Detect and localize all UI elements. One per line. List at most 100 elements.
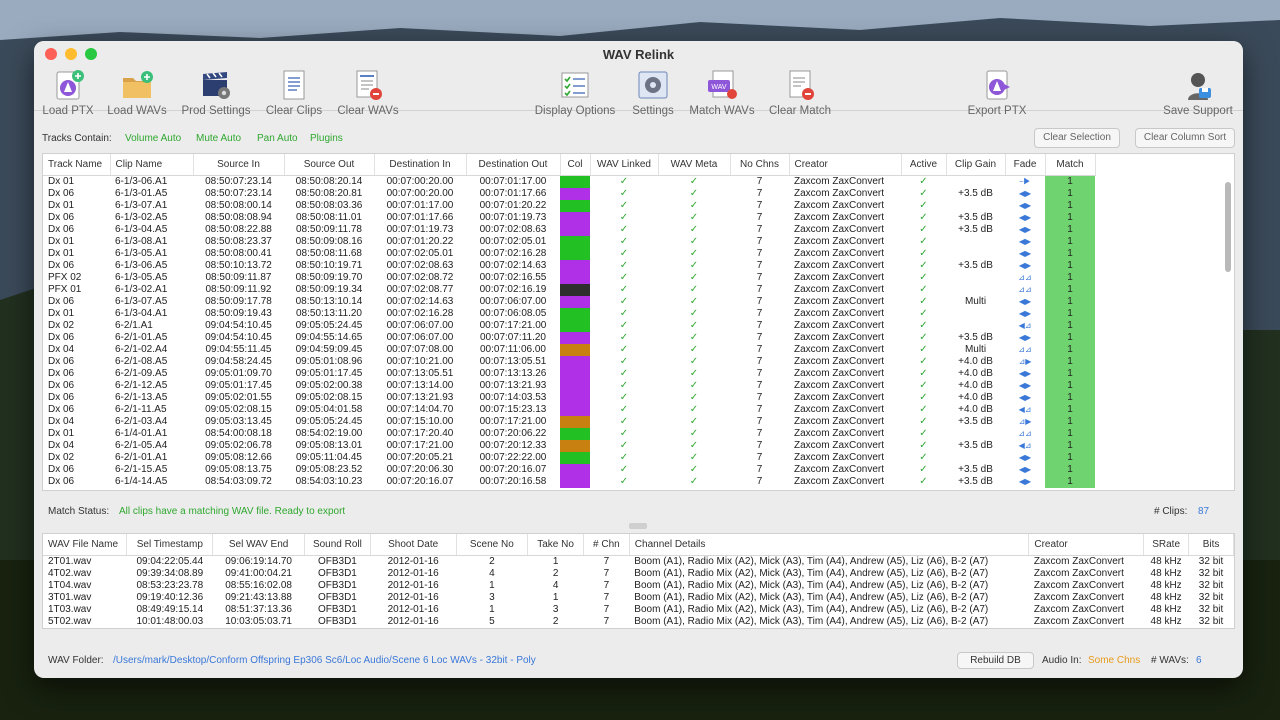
- wav-column-header-sel-timestamp[interactable]: Sel Timestamp: [126, 534, 214, 556]
- load-ptx-button[interactable]: Load PTX: [40, 68, 96, 117]
- wav-cell-take-no: 1: [552, 591, 559, 603]
- clip-cell-source-in: 08:50:08:00.41: [205, 247, 272, 259]
- clip-row[interactable]: Dx 06 6-1/3-04.A5 08:50:08:22.88 08:50:09:1…: [43, 223, 1095, 236]
- export-ptx-button[interactable]: Export PTX: [965, 68, 1029, 117]
- column-header-destination-out[interactable]: Destination Out: [466, 154, 561, 176]
- clear-match-button[interactable]: Clear Match: [765, 68, 835, 117]
- wav-row[interactable]: 2T01.wav 09:04:22:05.44 09:06:19:14.70 OFB3…: [43, 555, 1234, 568]
- filter-pan-auto[interactable]: Pan Auto: [257, 133, 298, 144]
- clip-row[interactable]: Dx 06 6-2/1-11.A5 09:05:02:08.15 09:05:04:0…: [43, 403, 1095, 416]
- clip-row[interactable]: Dx 06 6-2/1-15.A5 09:05:08:13.75 09:05:08:2…: [43, 463, 1095, 476]
- clip-cell-active: ✓: [919, 355, 928, 367]
- wav-column-header-scene-no[interactable]: Scene No: [456, 534, 529, 556]
- wav-column-header-wav-file-name[interactable]: WAV File Name: [43, 534, 128, 556]
- clip-row[interactable]: Dx 01 6-1/3-04.A1 08:50:09:19.43 08:50:13:1…: [43, 307, 1095, 320]
- wav-column-header-srate[interactable]: SRate: [1143, 534, 1190, 556]
- clip-cell-clip-name: 6-1/3-07.A1: [115, 199, 168, 211]
- save-support-button[interactable]: Save Support: [1160, 68, 1236, 117]
- filter-plugins[interactable]: Plugins: [310, 133, 343, 144]
- clips-table: Track Name Clip Name Source In Source Out De…: [43, 154, 1096, 488]
- clip-row[interactable]: Dx 06 6-1/3-01.A5 08:50:07:23.14 08:50:08:2…: [43, 187, 1095, 200]
- column-header-col[interactable]: Col: [560, 154, 591, 176]
- clip-row[interactable]: Dx 01 6-1/3-07.A1 08:50:08:00.14 08:50:08:0…: [43, 199, 1095, 212]
- wav-cell-bits: 32 bit: [1198, 591, 1224, 603]
- wav-column-header-sound-roll[interactable]: Sound Roll: [304, 534, 371, 556]
- clip-row[interactable]: Dx 01 6-1/4-01.A1 08:54:00:08.18 08:54:02:1…: [43, 427, 1095, 440]
- column-header-source-in[interactable]: Source In: [193, 154, 285, 176]
- clip-cell-active: ✓: [919, 451, 928, 463]
- wav-folder-path[interactable]: /Users/mark/Desktop/Conform Offspring Ep…: [113, 655, 536, 666]
- column-header-clip-gain[interactable]: Clip Gain: [946, 154, 1006, 176]
- column-header-track-name[interactable]: Track Name: [43, 154, 111, 176]
- clip-row[interactable]: Dx 04 6-2/1-02.A4 09:04:55:11.45 09:04:59:0…: [43, 343, 1095, 356]
- match-wavs-button[interactable]: WAV Match WAVs: [686, 68, 758, 117]
- clip-row[interactable]: Dx 06 6-2/1-01.A5 09:04:54:10.45 09:04:55:1…: [43, 331, 1095, 344]
- clip-cell-wav-meta: ✓: [689, 427, 699, 439]
- wav-row[interactable]: 5T02.wav 10:01:48:00.03 10:03:05:03.71 OFB3…: [43, 616, 1234, 628]
- clip-row[interactable]: Dx 01 6-1/3-05.A1 08:50:08:00.41 08:50:08:1…: [43, 247, 1095, 260]
- clip-cell-source-out: 09:05:04:01.58: [295, 403, 363, 415]
- wav-column-header-bits[interactable]: Bits: [1188, 534, 1234, 556]
- clip-cell-clip-name: 6-1/3-02.A1: [115, 283, 168, 295]
- load-wavs-button[interactable]: Load WAVs: [106, 68, 168, 117]
- clip-row[interactable]: Dx 06 6-2/1-09.A5 09:05:01:09.70 09:05:01:1…: [43, 367, 1095, 380]
- clip-row[interactable]: Dx 01 6-1/3-08.A1 08:50:08:23.37 08:50:09:0…: [43, 235, 1095, 248]
- clip-cell-match: 1: [1045, 223, 1095, 236]
- wav-column-header-chn[interactable]: # Chn: [583, 534, 630, 556]
- clip-row[interactable]: Dx 04 6-2/1-03.A4 09:05:03:13.45 09:05:05:2…: [43, 415, 1095, 428]
- column-header-fade[interactable]: Fade: [1005, 154, 1046, 176]
- clip-row[interactable]: Dx 06 6-1/3-07.A5 08:50:09:17.78 08:50:13:1…: [43, 295, 1095, 308]
- clip-cell-fade: ◀⊿: [1018, 440, 1032, 450]
- column-header-destination-in[interactable]: Destination In: [374, 154, 467, 176]
- rebuild-db-button[interactable]: Rebuild DB: [957, 652, 1034, 669]
- clip-row[interactable]: Dx 06 6-2/1-13.A5 09:05:02:01.55 09:05:02:0…: [43, 391, 1095, 404]
- wav-row[interactable]: 1T04.wav 08:53:23:23.78 08:55:16:02.08 OFB3…: [43, 580, 1234, 592]
- wav-column-header-channel-details[interactable]: Channel Details: [629, 534, 1030, 556]
- clip-cell-active: ✓: [919, 307, 928, 319]
- prod-settings-button[interactable]: Prod Settings: [179, 68, 253, 117]
- clear-wavs-button[interactable]: Clear WAVs: [335, 68, 401, 117]
- clip-row[interactable]: Dx 06 6-1/3-02.A5 08:50:08:08.94 08:50:08:1…: [43, 211, 1095, 224]
- clip-cell-destination-out: 00:07:02:16.19: [479, 283, 547, 295]
- wav-column-header-take-no[interactable]: Take No: [527, 534, 584, 556]
- clip-row[interactable]: Dx 02 6-2/1.A1 09:04:54:10.45 09:05:05:24.4…: [43, 319, 1095, 332]
- clear-selection-button[interactable]: Clear Selection: [1034, 128, 1120, 148]
- column-header-clip-name[interactable]: Clip Name: [110, 154, 194, 176]
- column-header-match[interactable]: Match: [1045, 154, 1096, 176]
- clear-clips-button[interactable]: Clear Clips: [264, 68, 324, 117]
- clip-row[interactable]: Dx 06 6-2/1-08.A5 09:04:58:24.45 09:05:01:0…: [43, 355, 1095, 368]
- clip-row[interactable]: Dx 02 6-2/1-01.A1 09:05:08:12.66 09:05:11:0…: [43, 451, 1095, 464]
- wav-column-header-sel-wav-end[interactable]: Sel WAV End: [212, 534, 305, 556]
- clip-row[interactable]: Dx 06 6-1/4-14.A5 08:54:03:09.72 08:54:03:1…: [43, 475, 1095, 488]
- clip-row[interactable]: Dx 01 6-1/3-06.A1 08:50:07:23.14 08:50:08:2…: [43, 175, 1095, 188]
- wav-row[interactable]: 1T03.wav 08:49:49:15.14 08:51:37:13.36 OFB3…: [43, 604, 1234, 616]
- audio-in-value[interactable]: Some Chns: [1088, 655, 1140, 666]
- clip-row[interactable]: PFX 01 6-1/3-02.A1 08:50:09:11.92 08:50:09:…: [43, 283, 1095, 296]
- clapperboard-icon: [203, 72, 230, 99]
- column-header-active[interactable]: Active: [901, 154, 947, 176]
- clip-cell-match: 1: [1045, 211, 1095, 224]
- column-header-no-chns[interactable]: No Chns: [730, 154, 790, 176]
- split-view-handle[interactable]: [629, 523, 647, 529]
- clip-row[interactable]: Dx 06 6-1/3-06.A5 08:50:10:13.72 08:50:10:1…: [43, 259, 1095, 272]
- clear-column-sort-button[interactable]: Clear Column Sort: [1135, 128, 1235, 148]
- filter-volume-auto[interactable]: Volume Auto: [125, 133, 181, 144]
- column-header-wav-linked[interactable]: WAV Linked: [590, 154, 659, 176]
- display-options-button[interactable]: Display Options: [532, 68, 618, 117]
- wav-row[interactable]: 3T01.wav 09:19:40:12.36 09:21:43:13.88 OFB3…: [43, 592, 1234, 604]
- settings-button[interactable]: Settings: [628, 68, 678, 117]
- clip-cell-destination-out: 00:07:20:12.33: [479, 439, 547, 451]
- column-header-source-out[interactable]: Source Out: [284, 154, 375, 176]
- column-header-creator[interactable]: Creator: [789, 154, 902, 176]
- clips-scrollbar[interactable]: [1225, 182, 1231, 272]
- clip-row[interactable]: Dx 06 6-2/1-12.A5 09:05:01:17.45 09:05:02:0…: [43, 379, 1095, 392]
- clip-row[interactable]: PFX 02 6-1/3-05.A5 08:50:09:11.87 08:50:09:…: [43, 271, 1095, 284]
- wav-cell-wav-file-name: 5T02.wav: [48, 615, 92, 627]
- clip-cell-destination-in: 00:07:02:08.77: [386, 283, 454, 295]
- filter-mute-auto[interactable]: Mute Auto: [196, 133, 241, 144]
- clip-row[interactable]: Dx 04 6-2/1-05.A4 09:05:02:06.78 09:05:08:1…: [43, 439, 1095, 452]
- column-header-wav-meta[interactable]: WAV Meta: [658, 154, 731, 176]
- wav-row[interactable]: 4T02.wav 09:39:34:08.89 09:41:00:04.21 OFB3…: [43, 568, 1234, 580]
- wav-column-header-shoot-date[interactable]: Shoot Date: [370, 534, 457, 556]
- wav-column-header-creator[interactable]: Creator: [1028, 534, 1145, 556]
